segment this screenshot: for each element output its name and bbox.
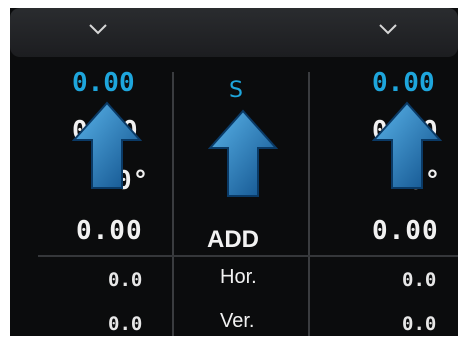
arrow-up-icon: [72, 101, 142, 189]
right-hor-value: 0.0: [402, 269, 437, 291]
left-dropdown-chevron-icon[interactable]: [88, 22, 108, 36]
hor-label: Hor.: [220, 266, 257, 288]
right-ver-value: 0.0: [402, 313, 437, 335]
lens-measurement-panel: 0.00 0.00 0° 0.00 0.0 0.0 S A ADD Hor. V…: [10, 8, 458, 336]
right-top-value: 0.00: [372, 68, 435, 98]
left-hor-value: 0.0: [108, 269, 143, 291]
column-divider-left: [172, 72, 174, 336]
sphere-label: S: [229, 78, 243, 103]
left-top-value: 0.00: [72, 68, 135, 98]
left-ver-value: 0.0: [108, 313, 143, 335]
column-divider-right: [308, 72, 310, 336]
right-add-value: 0.00: [372, 216, 439, 246]
top-bar: [10, 8, 458, 57]
ver-label: Ver.: [220, 310, 255, 332]
arrow-up-icon: [372, 101, 442, 189]
arrow-up-icon: [208, 109, 278, 197]
add-label: ADD: [207, 226, 259, 253]
left-add-value: 0.00: [76, 216, 143, 246]
right-dropdown-chevron-icon[interactable]: [378, 22, 398, 36]
row-divider: [38, 255, 458, 257]
